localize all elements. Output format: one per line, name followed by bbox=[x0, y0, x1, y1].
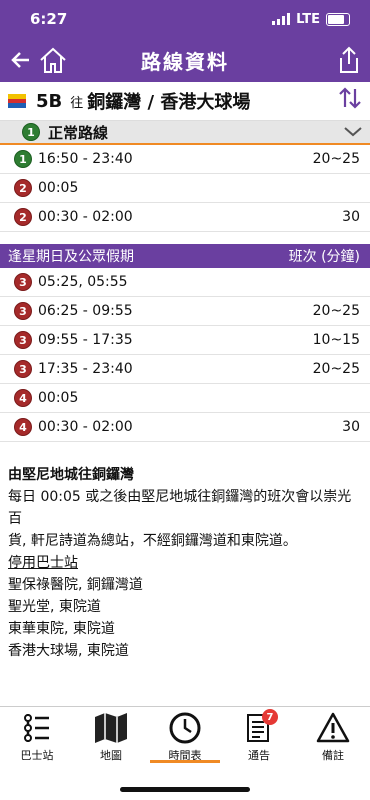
warning-icon bbox=[316, 712, 350, 743]
share-icon bbox=[340, 46, 358, 73]
status-bar: 6:27 LTE bbox=[0, 0, 370, 38]
tab-map[interactable]: 地圖 bbox=[74, 707, 148, 767]
schedule-badge: 2 bbox=[14, 208, 32, 226]
schedule-badge: 4 bbox=[14, 389, 32, 407]
home-indicator bbox=[120, 787, 250, 792]
schedule-frequency: 20~25 bbox=[312, 361, 360, 377]
app-header: 路線資料 bbox=[0, 38, 370, 82]
tab-timetable[interactable]: 時間表 bbox=[148, 707, 222, 767]
schedule-frequency: 30 bbox=[342, 209, 360, 225]
schedule-row: 2 00:30 - 02:00 30 bbox=[0, 203, 370, 232]
schedule-time: 09:55 - 17:35 bbox=[38, 332, 133, 348]
schedule-time: 00:30 - 02:00 bbox=[38, 419, 133, 435]
status-time: 6:27 bbox=[30, 10, 68, 28]
frequency-header: 班次 (分鐘) bbox=[288, 249, 360, 265]
schedule-time: 17:35 - 23:40 bbox=[38, 361, 133, 377]
schedule-time: 00:05 bbox=[38, 390, 79, 406]
suspended-stops-title: 停用巴士站 bbox=[8, 555, 78, 571]
bus-stop-icon bbox=[24, 714, 49, 742]
route-variant-selector[interactable]: 1 正常路線 bbox=[0, 121, 370, 145]
suspended-stop: 東華東院, 東院道 bbox=[8, 621, 115, 637]
share-button[interactable] bbox=[332, 44, 366, 76]
schedule-row: 3 17:35 - 23:40 20~25 bbox=[0, 355, 370, 384]
schedule-badge: 1 bbox=[14, 150, 32, 168]
route-row: 5B 往 銅鑼灣 / 香港大球場 bbox=[0, 82, 370, 121]
route-number: 5B bbox=[36, 90, 63, 112]
active-tab-indicator bbox=[150, 760, 220, 763]
schedule-time: 05:25, 05:55 bbox=[38, 274, 128, 290]
schedule-row: 1 16:50 - 23:40 20~25 bbox=[0, 145, 370, 174]
schedule-row: 3 09:55 - 17:35 10~15 bbox=[0, 326, 370, 355]
tab-label: 巴士站 bbox=[20, 749, 54, 762]
schedule-badge: 3 bbox=[14, 273, 32, 291]
route-direction-prefix: 往 bbox=[70, 95, 84, 111]
tab-label: 地圖 bbox=[100, 749, 122, 762]
schedule-row: 4 00:30 - 02:00 30 bbox=[0, 413, 370, 442]
schedule-badge: 3 bbox=[14, 360, 32, 378]
schedule-row: 2 00:05 bbox=[0, 174, 370, 203]
notification-count-badge: 7 bbox=[262, 709, 278, 725]
battery-icon bbox=[326, 12, 350, 26]
schedule-frequency: 30 bbox=[342, 419, 360, 435]
tab-remarks[interactable]: 備註 bbox=[296, 707, 370, 767]
schedule-frequency: 10~15 bbox=[312, 332, 360, 348]
page-title: 路線資料 bbox=[141, 49, 229, 74]
bus-icon bbox=[8, 94, 26, 108]
swap-arrows-icon bbox=[339, 87, 361, 109]
network-label: LTE bbox=[296, 11, 320, 27]
notes-title: 由堅尼地城往銅鑼灣 bbox=[8, 467, 134, 483]
section-number-badge: 1 bbox=[22, 123, 40, 141]
route-notes: 由堅尼地城往銅鑼灣 每日 00:05 或之後由堅尼地城往銅鑼灣的班次會以崇光百 … bbox=[0, 456, 370, 670]
schedule-time: 00:30 - 02:00 bbox=[38, 209, 133, 225]
clock-icon bbox=[169, 712, 201, 744]
suspended-stop: 聖保祿醫院, 銅鑼灣道 bbox=[8, 577, 143, 593]
schedule-frequency: 20~25 bbox=[312, 151, 360, 167]
holiday-title: 逢星期日及公眾假期 bbox=[8, 249, 134, 265]
tab-notices[interactable]: 7 通告 bbox=[222, 707, 296, 767]
notes-line: 每日 00:05 或之後由堅尼地城往銅鑼灣的班次會以崇光百 bbox=[8, 489, 352, 527]
tab-label: 備註 bbox=[322, 749, 344, 762]
schedule-time: 16:50 - 23:40 bbox=[38, 151, 133, 167]
map-icon bbox=[95, 713, 127, 743]
notes-line: 貨, 軒尼詩道為總站，不經銅鑼灣道和東院道。 bbox=[8, 533, 297, 549]
signal-icon bbox=[272, 13, 291, 25]
schedule-row: 3 06:25 - 09:55 20~25 bbox=[0, 297, 370, 326]
schedule-badge: 2 bbox=[14, 179, 32, 197]
schedule-row: 3 05:25, 05:55 bbox=[0, 268, 370, 297]
bottom-tab-bar: 巴士站 地圖 時間表 7 通告 備註 bbox=[0, 706, 370, 767]
holiday-header: 逢星期日及公眾假期 班次 (分鐘) bbox=[0, 244, 370, 268]
schedule-badge: 4 bbox=[14, 418, 32, 436]
swap-direction-button[interactable] bbox=[338, 87, 362, 115]
suspended-stop: 聖光堂, 東院道 bbox=[8, 599, 101, 615]
suspended-stop: 香港大球場, 東院道 bbox=[8, 643, 129, 659]
holiday-schedule-list: 3 05:25, 05:55 3 06:25 - 09:55 20~25 3 0… bbox=[0, 268, 370, 442]
section-title: 正常路線 bbox=[48, 123, 109, 142]
tab-label: 通告 bbox=[248, 749, 270, 762]
schedule-badge: 3 bbox=[14, 331, 32, 349]
status-indicators: LTE bbox=[272, 12, 350, 27]
schedule-time: 00:05 bbox=[38, 180, 79, 196]
schedule-frequency: 20~25 bbox=[312, 303, 360, 319]
schedule-badge: 3 bbox=[14, 302, 32, 320]
normal-schedule-list: 1 16:50 - 23:40 20~25 2 00:05 2 00:30 - … bbox=[0, 145, 370, 232]
schedule-time: 06:25 - 09:55 bbox=[38, 303, 133, 319]
schedule-row: 4 00:05 bbox=[0, 384, 370, 413]
tab-bus-stops[interactable]: 巴士站 bbox=[0, 707, 74, 767]
route-destination: 銅鑼灣 / 香港大球場 bbox=[87, 92, 251, 113]
chevron-down-icon bbox=[344, 127, 362, 137]
